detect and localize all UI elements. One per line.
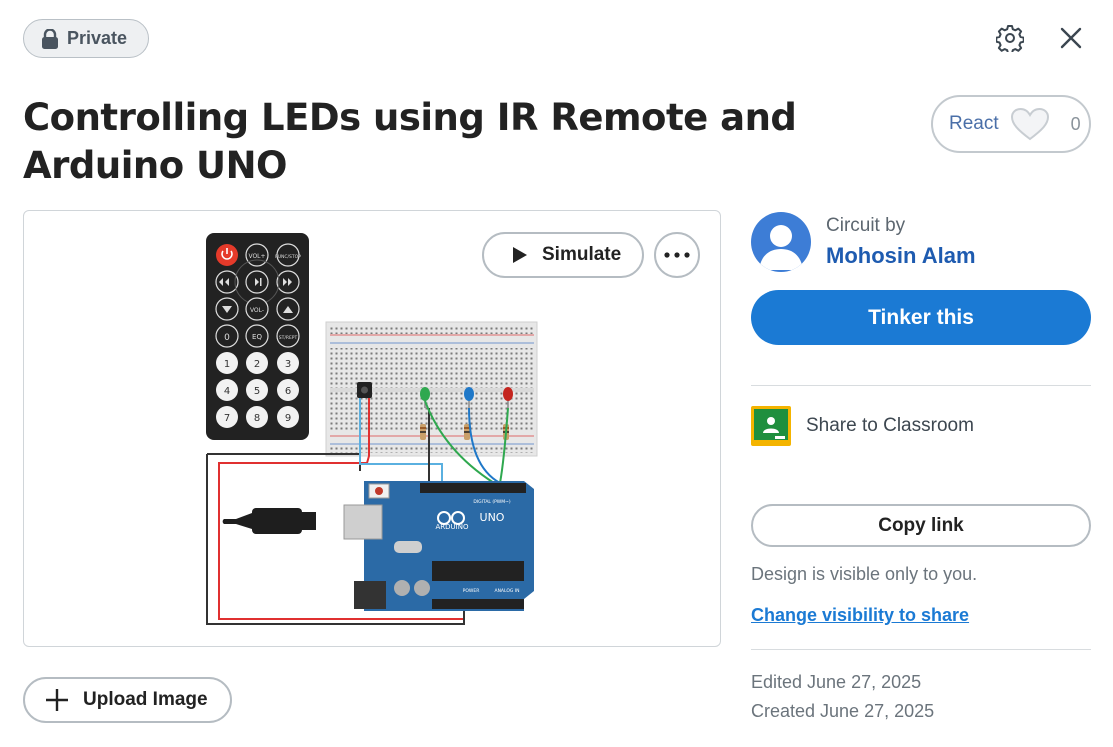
author-name-link[interactable]: Mohosin Alam: [826, 243, 976, 269]
remote-5-label: 5: [254, 386, 260, 397]
copy-link-button[interactable]: Copy link: [751, 504, 1091, 547]
simulate-label: Simulate: [542, 244, 622, 265]
remote-4-label: 4: [224, 386, 230, 397]
remote-0-label: 0: [224, 333, 230, 343]
upload-label: Upload Image: [83, 689, 208, 710]
divider: [751, 649, 1091, 650]
arduino-model: UNO: [480, 511, 505, 524]
react-count: 0: [1070, 113, 1081, 134]
heart-icon: [1010, 107, 1049, 141]
author-block: Circuit by Mohosin Alam: [751, 212, 976, 272]
usb-cable: [222, 508, 316, 534]
remote-7-label: 7: [224, 413, 230, 424]
design-title-line-2: Arduino UNO: [23, 144, 288, 187]
play-icon: [513, 247, 527, 263]
close-button[interactable]: [1055, 22, 1087, 54]
design-title: Controlling LEDs using IR Remote and Ard…: [23, 94, 823, 190]
visibility-note: Design is visible only to you.: [751, 564, 978, 584]
close-icon: [1060, 27, 1082, 49]
circuit-preview[interactable]: VOL+ FUNC/STOP VOL- 0 EQ ST/REPT 1 2 3 4…: [23, 210, 721, 647]
circuit-by-caption: Circuit by: [826, 215, 906, 236]
remote-3-label: 3: [285, 359, 291, 370]
classroom-label: Share to Classroom: [806, 415, 974, 436]
react-label: React: [949, 113, 999, 134]
divider: [751, 385, 1091, 386]
privacy-badge[interactable]: Private: [23, 19, 149, 58]
remote-vol-up-label: VOL+: [248, 253, 265, 260]
user-avatar-icon: [759, 225, 803, 270]
arduino-uno: ARDUINO UNO DIGITAL (PWM~) POWER ANALOG …: [343, 481, 534, 611]
share-to-classroom[interactable]: Share to Classroom: [751, 406, 974, 446]
remote-vol-down-label: VOL-: [250, 307, 264, 314]
settings-button[interactable]: [994, 22, 1026, 54]
arduino-power-label: POWER: [463, 588, 480, 594]
ir-receiver: [357, 382, 372, 398]
plus-icon: [46, 689, 68, 711]
remote-1-label: 1: [224, 359, 230, 370]
more-options-button[interactable]: [654, 232, 700, 278]
arduino-digital-label: DIGITAL (PWM~): [473, 499, 511, 505]
remote-6-label: 6: [285, 386, 291, 397]
remote-eq-label: EQ: [252, 333, 262, 341]
remote-2-label: 2: [254, 359, 260, 370]
avatar[interactable]: [751, 212, 811, 272]
ir-remote: VOL+ FUNC/STOP VOL- 0 EQ ST/REPT 1 2 3 4…: [206, 233, 309, 440]
created-date: Created June 27, 2025: [751, 701, 935, 721]
simulate-button[interactable]: Simulate: [482, 232, 644, 278]
more-icon: [664, 252, 690, 258]
design-title-line-1: Controlling LEDs using IR Remote and: [23, 96, 797, 139]
upload-image-button[interactable]: Upload Image: [23, 677, 232, 723]
privacy-label: Private: [67, 28, 128, 48]
change-visibility-link[interactable]: Change visibility to share: [751, 605, 969, 626]
arduino-analog-label: ANALOG IN: [494, 588, 519, 594]
react-button[interactable]: React 0: [931, 95, 1091, 153]
remote-func-label: FUNC/STOP: [275, 254, 301, 260]
arduino-brand: ARDUINO: [436, 523, 469, 531]
gear-icon: [996, 25, 1024, 52]
edited-date: Edited June 27, 2025: [751, 672, 922, 692]
remote-8-label: 8: [254, 413, 260, 424]
google-classroom-icon: [751, 406, 791, 446]
tinker-this-button[interactable]: Tinker this: [751, 290, 1091, 345]
lock-icon: [42, 28, 58, 49]
remote-9-label: 9: [285, 413, 291, 424]
remote-st-label: ST/REPT: [279, 335, 298, 341]
